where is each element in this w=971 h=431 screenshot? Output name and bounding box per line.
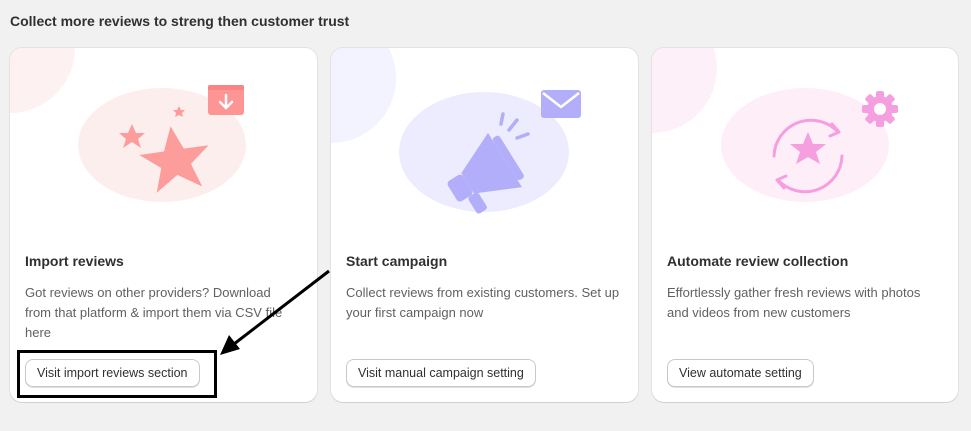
card-description: Effortlessly gather fresh reviews with p… [667, 285, 921, 320]
automate-review-card: Automate review collection Effortlessly … [652, 48, 958, 402]
card-title: Automate review collection [667, 253, 849, 269]
megaphone-icon [331, 48, 581, 214]
card-description: Collect reviews from existing customers.… [346, 285, 620, 320]
annotation-arrow-icon [220, 269, 330, 355]
card-title: Start campaign [346, 253, 448, 269]
card-title: Import reviews [25, 253, 124, 269]
auto-cycle-star-icon [652, 48, 898, 202]
star-import-icon [10, 48, 246, 202]
view-automate-setting-button[interactable]: View automate setting [667, 359, 814, 387]
annotation-highlight-box [17, 350, 217, 398]
start-campaign-card: Start campaign Collect reviews from exis… [331, 48, 638, 402]
visit-manual-campaign-button[interactable]: Visit manual campaign setting [346, 359, 536, 387]
section-title: Collect more reviews to streng then cust… [10, 13, 350, 29]
